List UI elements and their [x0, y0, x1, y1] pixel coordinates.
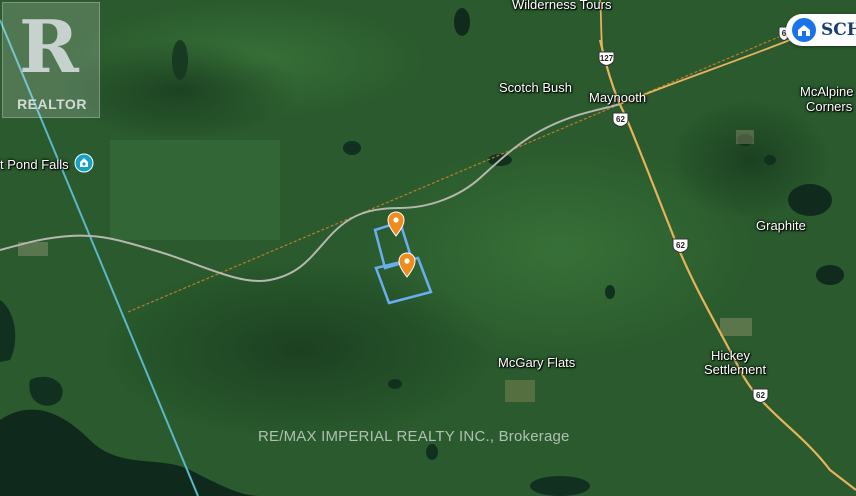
- place-label: Hickey: [711, 348, 751, 363]
- realtor-logo: R REALTOR: [2, 2, 100, 118]
- lake-small: [764, 155, 776, 165]
- waterfall-poi-icon[interactable]: [74, 153, 94, 173]
- place-label: Scotch Bush: [499, 80, 572, 95]
- highway-shield-62: 62: [672, 238, 689, 254]
- realtor-logo-text: REALTOR: [17, 96, 87, 112]
- school-icon: [792, 18, 816, 42]
- highway-shield-label: 127: [599, 54, 614, 63]
- satellite-map[interactable]: [0, 0, 856, 496]
- field-clearing: [505, 380, 535, 402]
- place-label: Settlement: [704, 362, 767, 377]
- place-label: Graphite: [756, 218, 806, 233]
- lake-small: [388, 379, 402, 389]
- place-label: Wilderness Tours: [512, 0, 612, 12]
- place-label: t Pond Falls: [0, 157, 69, 172]
- lake-small: [788, 184, 832, 216]
- lake-small: [172, 40, 188, 80]
- highway-shield-label: 62: [676, 241, 685, 250]
- terrain-dark-patch: [100, 260, 500, 440]
- lake-small: [454, 8, 470, 36]
- highway-shield-label: 62: [616, 115, 625, 124]
- highway-shield-62: 62: [752, 388, 769, 404]
- lake-small: [816, 265, 844, 285]
- lake-small: [605, 285, 615, 299]
- highway-shield-62: 62: [612, 112, 629, 128]
- brokerage-watermark: RE/MAX IMPERIAL REALTY INC., Brokerage: [258, 428, 570, 445]
- lake-small: [426, 444, 438, 460]
- terrain-cleared-patch: [110, 140, 280, 240]
- field-clearing: [720, 318, 752, 336]
- school-badge-text: SCH: [821, 20, 856, 40]
- highway-shield-127: 127: [598, 51, 615, 67]
- place-label: Maynooth: [589, 90, 647, 105]
- place-label: McGary Flats: [498, 355, 576, 370]
- lake-small: [530, 476, 590, 496]
- field-clearing: [736, 130, 754, 144]
- school-badge[interactable]: SCH: [786, 14, 856, 46]
- highway-shield-label: 62: [756, 391, 765, 400]
- place-label: Corners: [806, 99, 853, 114]
- lake-small: [343, 141, 361, 155]
- realtor-logo-letter: R: [19, 4, 79, 89]
- place-label: McAlpine: [800, 84, 854, 99]
